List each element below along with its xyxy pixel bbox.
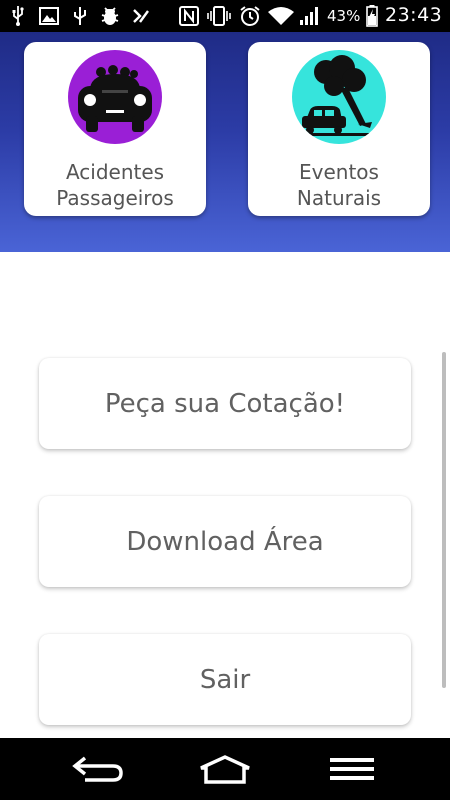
battery-charging-icon	[364, 5, 380, 27]
category-card-acidentes-passageiros[interactable]: Acidentes Passageiros	[24, 42, 206, 216]
back-icon[interactable]	[63, 748, 133, 790]
vibrate-icon	[206, 6, 232, 26]
image-icon	[38, 6, 60, 26]
category-label: Eventos Naturais	[296, 160, 382, 210]
car-passengers-icon	[68, 50, 162, 144]
nfc-icon	[178, 6, 200, 26]
scrollbar[interactable]	[442, 352, 446, 688]
status-bar: 43% 23:43	[0, 0, 450, 32]
battery-percent: 43%	[327, 7, 361, 25]
bug-icon	[99, 6, 121, 26]
wifi-icon	[266, 6, 296, 26]
navigation-bar	[0, 738, 450, 800]
check-icon	[130, 6, 152, 26]
usb-icon	[10, 6, 26, 26]
menu-icon[interactable]	[317, 748, 387, 790]
home-icon[interactable]	[190, 748, 260, 790]
usb-debug-icon	[70, 6, 90, 26]
request-quote-button[interactable]: Peça sua Cotação!	[39, 358, 411, 449]
alarm-icon	[238, 6, 262, 26]
exit-button[interactable]: Sair	[39, 634, 411, 725]
clock: 23:43	[385, 4, 443, 26]
signal-icon	[298, 6, 322, 26]
download-area-button[interactable]: Download Área	[39, 496, 411, 587]
category-card-eventos-naturais[interactable]: Eventos Naturais	[248, 42, 430, 216]
tree-falling-on-car-icon	[292, 50, 386, 144]
category-label: Acidentes Passageiros	[56, 160, 174, 210]
